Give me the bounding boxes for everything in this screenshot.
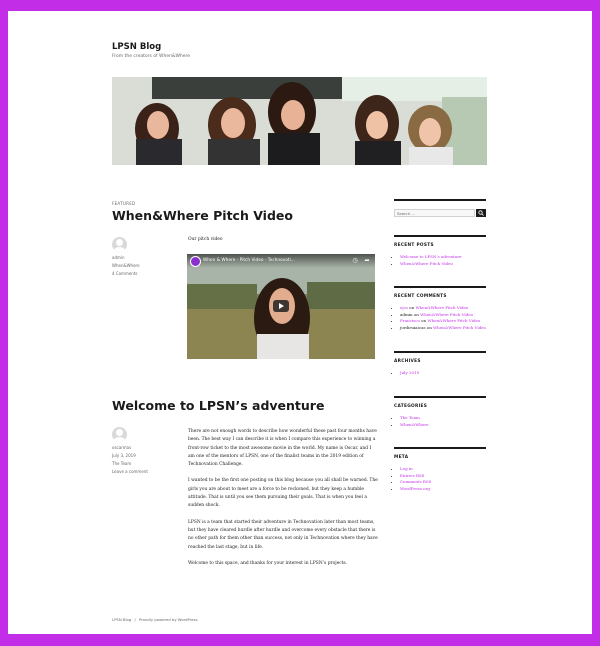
paragraph: There are not enough words to describe h… bbox=[188, 429, 377, 468]
comment-author: jordiruiaicas bbox=[400, 324, 426, 330]
channel-icon[interactable] bbox=[190, 256, 201, 267]
site-footer: LPSN Blog / Proudly powered by WordPress bbox=[112, 617, 198, 622]
wordpress-org-link[interactable]: WordPress.org bbox=[400, 486, 430, 491]
widget-title-meta: META bbox=[394, 455, 409, 460]
paragraph: I wanted to be the first one posting on … bbox=[188, 478, 378, 509]
comment-post-link[interactable]: When&Where Pitch Video bbox=[415, 305, 468, 310]
list-item: Comments RSS bbox=[400, 479, 500, 486]
comment-post-link[interactable]: When&Where Pitch Video bbox=[420, 312, 473, 317]
comment-author: admin bbox=[400, 311, 413, 317]
list-item: When&Where bbox=[400, 422, 500, 429]
list-item: admin on When&Where Pitch Video bbox=[400, 312, 500, 319]
site-title[interactable]: LPSN Blog bbox=[112, 42, 161, 52]
video-title[interactable]: When & Where - Pitch Video - Technovati.… bbox=[203, 258, 295, 263]
category-link[interactable]: When&Where bbox=[400, 422, 429, 427]
comment-author-link[interactable]: ejcs bbox=[400, 305, 408, 310]
widget-divider bbox=[394, 447, 486, 449]
recent-post-link[interactable]: When&Where Pitch Video bbox=[400, 261, 453, 266]
comments-link[interactable]: 4 Comments bbox=[112, 270, 140, 278]
meta-list: Log in Entries RSS Comments RSS WordPres… bbox=[394, 466, 500, 492]
widget-title-recent-comments: RECENT COMMENTS bbox=[394, 294, 447, 299]
comment-separator: on bbox=[425, 324, 434, 330]
paragraph: Welcome to this space, and thanks for yo… bbox=[188, 560, 348, 566]
category-link[interactable]: The Team bbox=[112, 460, 148, 468]
category-link[interactable]: When&Where bbox=[112, 262, 140, 270]
search-icon bbox=[478, 210, 484, 216]
post-title[interactable]: When&Where Pitch Video bbox=[112, 208, 293, 223]
widget-divider bbox=[394, 235, 486, 237]
search-input[interactable]: Search … bbox=[394, 209, 475, 217]
list-item: Francisco on When&Where Pitch Video bbox=[400, 318, 500, 325]
clock-icon[interactable]: ◷ bbox=[351, 257, 359, 265]
comment-post-link[interactable]: When&Where Pitch Video bbox=[427, 318, 480, 323]
avatar bbox=[112, 427, 127, 442]
author-link[interactable]: admin bbox=[112, 254, 140, 262]
post-content: Our pitch video bbox=[188, 236, 378, 252]
play-icon[interactable] bbox=[273, 300, 289, 312]
login-link[interactable]: Log in bbox=[400, 466, 413, 471]
category-link[interactable]: The Team bbox=[400, 415, 420, 420]
entries-rss-link[interactable]: Entries RSS bbox=[400, 473, 424, 478]
widget-title-archives: ARCHIVES bbox=[394, 359, 421, 364]
post-content: There are not enough words to describe h… bbox=[188, 428, 378, 576]
post-meta: oscarmas July 3, 2019 The Team Leave a c… bbox=[112, 444, 148, 476]
avatar bbox=[112, 237, 127, 252]
comment-author-link[interactable]: Francisco bbox=[400, 318, 420, 323]
comments-rss-link[interactable]: Comments RSS bbox=[400, 479, 431, 484]
header-image bbox=[112, 77, 487, 165]
comment-post-link[interactable]: When&Where Pitch Video bbox=[433, 325, 486, 330]
list-item: The Team bbox=[400, 415, 500, 422]
list-item: WordPress.org bbox=[400, 486, 500, 493]
video-embed[interactable]: When & Where - Pitch Video - Technovati.… bbox=[187, 254, 375, 359]
widget-title-recent-posts: RECENT POSTS bbox=[394, 243, 434, 248]
list-item: jordiruiaicas on When&Where Pitch Video bbox=[400, 325, 500, 332]
post-meta: admin When&Where 4 Comments bbox=[112, 254, 140, 278]
paragraph: LPSN is a team that started their advent… bbox=[188, 519, 378, 550]
list-item: ejcs on When&Where Pitch Video bbox=[400, 305, 500, 312]
page: LPSN Blog From the creators of When&Wher… bbox=[8, 11, 592, 634]
post-title[interactable]: Welcome to LPSN’s adventure bbox=[112, 398, 324, 413]
date-link[interactable]: July 3, 2019 bbox=[112, 452, 148, 460]
comment-separator: on bbox=[412, 311, 421, 317]
widget-divider bbox=[394, 199, 486, 201]
recent-posts-list: Welcome to LPSN’s adventure When&Where P… bbox=[394, 254, 500, 267]
archives-list: July 2019 bbox=[394, 370, 500, 377]
featured-label: Featured bbox=[112, 201, 136, 206]
archive-link[interactable]: July 2019 bbox=[400, 370, 419, 375]
list-item: Welcome to LPSN’s adventure bbox=[400, 254, 500, 261]
widget-divider bbox=[394, 286, 486, 288]
widget-title-categories: CATEGORIES bbox=[394, 404, 428, 409]
list-item: Log in bbox=[400, 466, 500, 473]
author-link[interactable]: oscarmas bbox=[112, 444, 148, 452]
footer-site-link[interactable]: LPSN Blog bbox=[112, 617, 131, 622]
recent-post-link[interactable]: Welcome to LPSN’s adventure bbox=[400, 254, 462, 259]
search-button[interactable] bbox=[476, 209, 486, 217]
list-item: When&Where Pitch Video bbox=[400, 261, 500, 268]
categories-list: The Team When&Where bbox=[394, 415, 500, 428]
recent-comments-list: ejcs on When&Where Pitch Video admin on … bbox=[394, 305, 500, 331]
post-intro: Our pitch video bbox=[188, 237, 223, 242]
list-item: Entries RSS bbox=[400, 473, 500, 480]
widget-divider bbox=[394, 396, 486, 398]
comments-link[interactable]: Leave a comment bbox=[112, 468, 148, 476]
site-description: From the creators of When&Where bbox=[112, 54, 191, 59]
footer-powered-link[interactable]: Proudly powered by WordPress bbox=[139, 617, 198, 622]
footer-separator: / bbox=[134, 617, 136, 622]
list-item: July 2019 bbox=[400, 370, 500, 377]
widget-divider bbox=[394, 351, 486, 353]
share-icon[interactable]: ➦ bbox=[363, 257, 371, 265]
